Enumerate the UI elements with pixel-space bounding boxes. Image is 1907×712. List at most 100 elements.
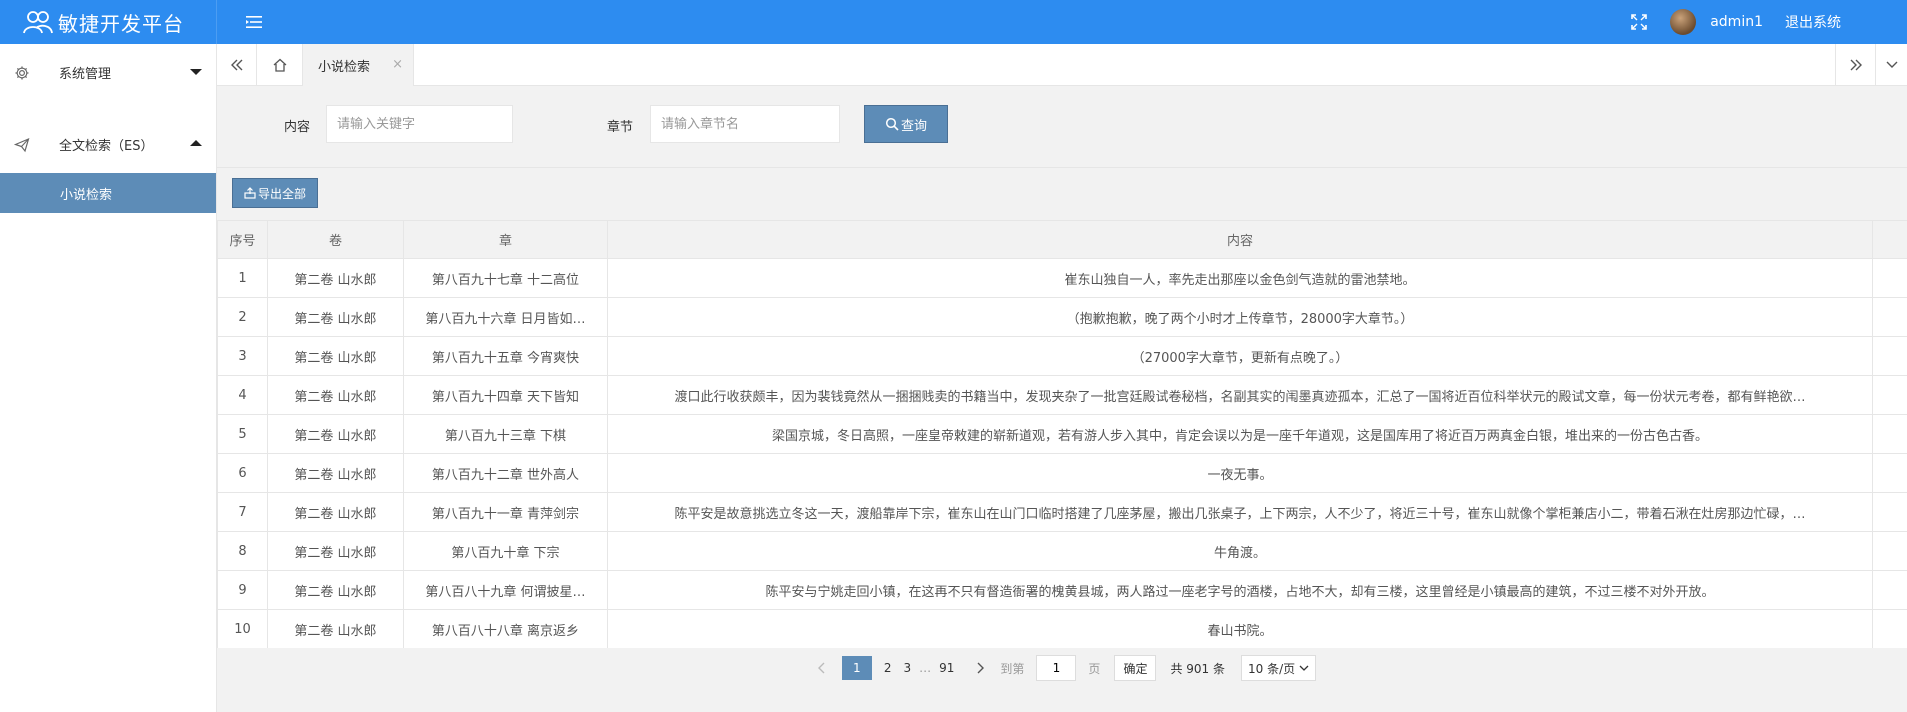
cell-filler xyxy=(1872,414,1907,454)
results-table: 序号 卷 章 内容 1 第二卷 山水郎 第八百九十七章 十二高位 崔东山独自一人，率先… xyxy=(217,220,1907,649)
table-row[interactable]: 1 第二卷 山水郎 第八百九十七章 十二高位 崔东山独自一人，率先走出那座以金色剑气造… xyxy=(217,258,1907,298)
cell-volume: 第二卷 山水郎 xyxy=(267,375,404,415)
page-number[interactable]: 2 xyxy=(884,661,892,675)
cell-filler xyxy=(1872,258,1907,298)
cell-volume: 第二卷 山水郎 xyxy=(267,492,404,532)
page-size-select[interactable]: 10 条/页 xyxy=(1241,655,1317,681)
total-count: 共 901 条 xyxy=(1170,661,1225,676)
cell-chapter: 第八百八十八章 离京返乡 xyxy=(403,609,608,649)
tab-home[interactable] xyxy=(257,44,303,86)
home-icon xyxy=(273,58,286,72)
tab-menu-dropdown[interactable] xyxy=(1875,44,1907,86)
close-icon[interactable]: × xyxy=(392,57,403,72)
cell-content: 一夜无事。 xyxy=(607,453,1873,493)
cell-volume: 第二卷 山水郎 xyxy=(267,609,404,649)
top-header: 敏捷开发平台 admin1 退出系统 xyxy=(0,0,1907,44)
username[interactable]: admin1 xyxy=(1710,14,1763,30)
page-number-current[interactable]: 1 xyxy=(841,656,872,680)
gear-icon xyxy=(15,66,29,80)
table-row[interactable]: 5 第二卷 山水郎 第八百九十三章 下棋 梁国京城，冬日高照，一座皇帝敕建的崭新道观，… xyxy=(217,414,1907,454)
logout-link[interactable]: 退出系统 xyxy=(1785,12,1841,32)
table-row[interactable]: 7 第二卷 山水郎 第八百九十一章 青萍剑宗 陈平安是故意挑选立冬这一天，渡船靠岸下宗… xyxy=(217,492,1907,532)
cell-volume: 第二卷 山水郎 xyxy=(267,336,404,376)
tab-novel-search[interactable]: 小说检索 × xyxy=(303,44,414,86)
table-row[interactable]: 2 第二卷 山水郎 第八百九十六章 日月皆如… （抱歉抱歉，晚了两个小时才上传章节，2… xyxy=(217,297,1907,337)
cell-no: 3 xyxy=(217,336,268,376)
table-row[interactable]: 9 第二卷 山水郎 第八百八十九章 何谓披星… 陈平安与宁姚走回小镇，在这再不只有督造… xyxy=(217,570,1907,610)
paper-plane-icon xyxy=(14,137,30,153)
avatar[interactable] xyxy=(1670,9,1697,35)
cell-no: 6 xyxy=(217,453,268,493)
cell-chapter: 第八百九十章 下宗 xyxy=(403,531,608,571)
cell-chapter: 第八百八十九章 何谓披星… xyxy=(403,570,608,610)
sidebar-group-es[interactable]: 全文检索（ES） xyxy=(0,116,216,173)
cell-content: 牛角渡。 xyxy=(607,531,1873,571)
cell-chapter: 第八百九十四章 天下皆知 xyxy=(403,375,608,415)
table-row[interactable]: 8 第二卷 山水郎 第八百九十章 下宗 牛角渡。 xyxy=(217,531,1907,571)
chapter-input[interactable] xyxy=(650,105,840,143)
goto-confirm-button[interactable]: 确定 xyxy=(1114,655,1157,681)
cell-chapter: 第八百九十一章 青萍剑宗 xyxy=(403,492,608,532)
cell-content: 渡口此行收获颇丰，因为裴钱竟然从一捆捆贱卖的书籍当中，发现夹杂了一批宫廷殿试卷秘… xyxy=(607,375,1873,415)
table-row[interactable]: 6 第二卷 山水郎 第八百九十二章 世外高人 一夜无事。 xyxy=(217,453,1907,493)
column-header[interactable]: 卷 xyxy=(267,220,404,259)
page-number-last[interactable]: 91 xyxy=(939,661,954,675)
chapter-label: 章节 xyxy=(607,120,634,135)
table-row[interactable]: 10 第二卷 山水郎 第八百八十八章 离京返乡 春山书院。 xyxy=(217,609,1907,649)
cell-chapter: 第八百九十五章 今宵爽快 xyxy=(403,336,608,376)
fullscreen-icon[interactable] xyxy=(1630,13,1648,31)
cell-chapter: 第八百九十七章 十二高位 xyxy=(403,258,608,298)
cell-volume: 第二卷 山水郎 xyxy=(267,258,404,298)
cell-volume: 第二卷 山水郎 xyxy=(267,531,404,571)
cell-content: （抱歉抱歉，晚了两个小时才上传章节，28000字大章节。） xyxy=(607,297,1873,337)
cell-chapter: 第八百九十三章 下棋 xyxy=(403,414,608,454)
users-logo-icon xyxy=(23,11,53,34)
tab-scroll-right[interactable] xyxy=(1835,44,1875,86)
content-input[interactable] xyxy=(326,105,513,143)
cell-filler xyxy=(1872,336,1907,376)
goto-page-input[interactable] xyxy=(1036,655,1077,681)
cell-no: 7 xyxy=(217,492,268,532)
pagination: 1 2 3 … 91 到第 页 确定 共 901 条 10 条/页 xyxy=(217,648,1907,688)
table-row[interactable]: 3 第二卷 山水郎 第八百九十五章 今宵爽快 （27000字大章节，更新有点晚了。） xyxy=(217,336,1907,376)
goto-label: 到第 xyxy=(1000,661,1025,676)
chevron-down-icon xyxy=(1886,61,1897,68)
cell-chapter: 第八百九十六章 日月皆如… xyxy=(403,297,608,337)
cell-filler xyxy=(1872,609,1907,649)
export-all-button[interactable]: 导出全部 xyxy=(232,178,318,208)
next-page-icon[interactable] xyxy=(974,662,986,674)
query-button-label: 查询 xyxy=(900,118,927,134)
cell-chapter: 第八百九十二章 世外高人 xyxy=(403,453,608,493)
logo[interactable]: 敏捷开发平台 xyxy=(0,0,217,44)
column-header[interactable]: 章 xyxy=(403,220,608,259)
header-actions: admin1 退出系统 xyxy=(1630,0,1907,44)
table-toolbar: 导出全部 xyxy=(217,168,1907,220)
chevron-up-icon xyxy=(190,140,202,146)
sidebar-group-system[interactable]: 系统管理 xyxy=(0,44,216,101)
export-button-label: 导出全部 xyxy=(257,186,306,201)
content-label: 内容 xyxy=(284,120,311,135)
cell-content: （27000字大章节，更新有点晚了。） xyxy=(607,336,1873,376)
column-header-filler xyxy=(1872,220,1907,259)
cell-filler xyxy=(1872,453,1907,493)
menu-toggle-icon[interactable] xyxy=(244,12,264,32)
chevron-down-icon xyxy=(190,69,202,75)
query-button[interactable]: 查询 xyxy=(864,105,948,143)
prev-page-icon[interactable] xyxy=(816,662,828,674)
tab-scroll-left[interactable] xyxy=(217,44,257,86)
chevron-down-icon xyxy=(1299,665,1309,671)
cell-volume: 第二卷 山水郎 xyxy=(267,453,404,493)
cell-no: 9 xyxy=(217,570,268,610)
page-size-value: 10 条/页 xyxy=(1248,661,1296,676)
app-title: 敏捷开发平台 xyxy=(58,11,184,36)
cell-filler xyxy=(1872,375,1907,415)
column-header[interactable]: 序号 xyxy=(217,220,268,259)
cell-content: 陈平安与宁姚走回小镇，在这再不只有督造衙署的槐黄县城，两人路过一座老字号的酒楼，… xyxy=(607,570,1873,610)
cell-filler xyxy=(1872,570,1907,610)
cell-filler xyxy=(1872,492,1907,532)
sidebar-item-novel-search[interactable]: 小说检索 xyxy=(0,173,216,213)
page-number[interactable]: 3 xyxy=(903,661,911,675)
table-row[interactable]: 4 第二卷 山水郎 第八百九十四章 天下皆知 渡口此行收获颇丰，因为裴钱竟然从一捆捆贱… xyxy=(217,375,1907,415)
column-header[interactable]: 内容 xyxy=(607,220,1873,259)
cell-content: 梁国京城，冬日高照，一座皇帝敕建的崭新道观，若有游人步入其中，肯定会误以为是一座… xyxy=(607,414,1873,454)
